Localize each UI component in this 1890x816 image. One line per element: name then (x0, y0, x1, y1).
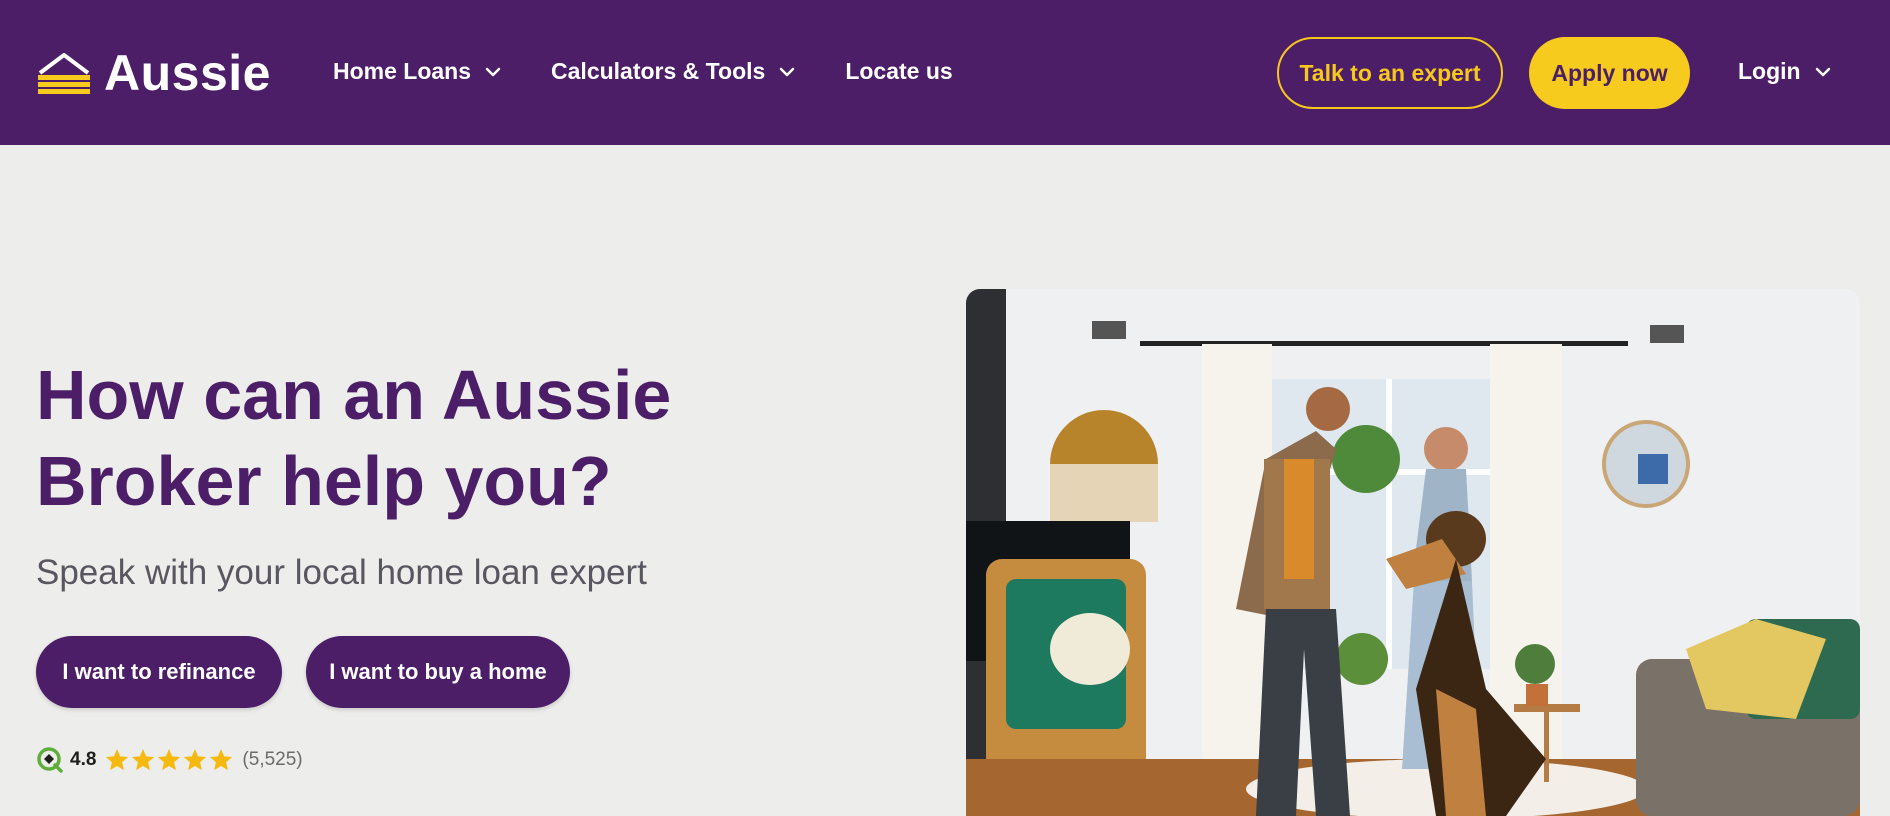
productreview-icon (37, 747, 63, 773)
hero-title: How can an Aussie Broker help you? (36, 356, 672, 520)
chevron-down-icon (1815, 67, 1830, 76)
site-header: Aussie Home Loans Calculators & Tools Lo… (0, 0, 1890, 145)
nav-calculators-tools[interactable]: Calculators & Tools (551, 58, 795, 85)
aussie-logo-icon (38, 53, 90, 94)
talk-to-expert-button[interactable]: Talk to an expert (1277, 37, 1503, 109)
star-icon (184, 748, 207, 771)
chevron-down-icon (780, 67, 795, 76)
star-icon (132, 748, 155, 771)
nav-home-loans-label: Home Loans (333, 58, 472, 84)
star-icon (106, 748, 129, 771)
nav-locate-us-label: Locate us (845, 58, 953, 84)
refinance-button[interactable]: I want to refinance (36, 636, 282, 708)
chevron-down-icon (485, 67, 501, 76)
buy-home-button[interactable]: I want to buy a home (306, 636, 570, 708)
hero-subtitle: Speak with your local home loan expert (36, 553, 647, 592)
main-nav: Home Loans Calculators & Tools Locate us (333, 58, 953, 85)
apply-now-button[interactable]: Apply now (1529, 37, 1690, 109)
nav-locate-us[interactable]: Locate us (845, 58, 952, 85)
rating-stars (104, 747, 234, 773)
star-icon (158, 748, 181, 771)
logo-text: Aussie (104, 45, 271, 101)
aussie-logo[interactable]: Aussie (36, 48, 271, 98)
login-label: Login (1738, 58, 1801, 84)
review-rating[interactable]: 4.8 (5,525) (36, 746, 303, 774)
living-room-photo (966, 289, 1860, 816)
star-icon (210, 748, 233, 771)
login-menu[interactable]: Login (1738, 58, 1831, 85)
hero-photo (966, 289, 1860, 816)
nav-calculators-label: Calculators & Tools (551, 58, 766, 84)
nav-home-loans[interactable]: Home Loans (333, 58, 501, 85)
rating-score: 4.8 (70, 749, 97, 770)
rating-count: (5,525) (242, 749, 303, 770)
